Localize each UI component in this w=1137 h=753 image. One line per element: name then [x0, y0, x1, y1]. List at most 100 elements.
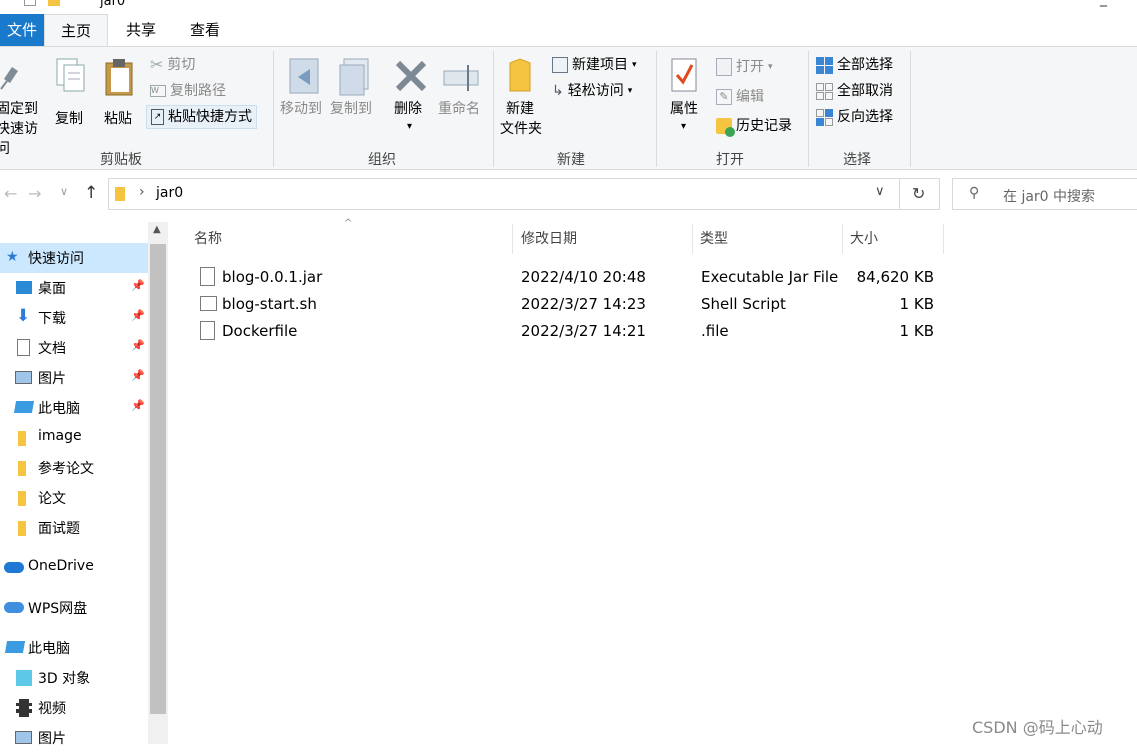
file-row[interactable]: blog-0.0.1.jar 2022/4/10 20:48 Executabl…	[192, 264, 952, 291]
qat-dropdown-icon[interactable]: ▾	[72, 0, 77, 3]
new-item-label: 新建项目	[572, 57, 628, 73]
nav-label: OneDrive	[28, 558, 94, 574]
new-folder-icon	[509, 58, 531, 92]
pin-icon[interactable]: 📌	[131, 279, 145, 292]
pin-quick-access-button[interactable]: 固定到 快速访问	[0, 57, 42, 157]
nav-label: 快速访问	[28, 251, 84, 267]
back-arrow-icon[interactable]: ←	[4, 184, 17, 203]
cut-button[interactable]: ✂ 剪切	[150, 53, 195, 77]
folder-icon	[18, 521, 26, 536]
nav-item-pictures[interactable]: 图片 📌	[0, 363, 148, 393]
column-header-type[interactable]: 类型	[700, 222, 728, 256]
scroll-up-icon[interactable]: ▲	[153, 224, 161, 235]
up-arrow-icon[interactable]: ↑	[84, 183, 98, 203]
file-size: 1 KB	[899, 295, 934, 313]
clipboard-group-label: 剪贴板	[100, 152, 142, 168]
open-button[interactable]: 打开 ▾	[716, 55, 773, 79]
column-divider[interactable]	[692, 224, 693, 254]
column-divider[interactable]	[842, 224, 843, 254]
history-button[interactable]: 历史记录	[716, 114, 792, 138]
breadcrumb-current[interactable]: jar0	[156, 185, 183, 201]
nav-item-image[interactable]: image	[0, 423, 148, 453]
cut-label: 剪切	[167, 57, 196, 73]
new-folder-button[interactable]: 新建 文件夹	[500, 57, 548, 141]
paste-shortcut-button[interactable]: ↗ 粘贴快捷方式	[146, 105, 257, 129]
delete-button[interactable]: 删除 ▾	[394, 57, 428, 141]
column-divider[interactable]	[943, 224, 944, 254]
select-none-button[interactable]: 全部取消	[816, 79, 893, 103]
tab-view[interactable]: 查看	[176, 14, 234, 46]
copy-button[interactable]: 复制	[54, 57, 88, 141]
file-size: 1 KB	[899, 322, 934, 340]
file-list: ^ 名称 修改日期 类型 大小 blog-0.0.1.jar 2022/4/10…	[168, 218, 1137, 744]
nav-item-downloads[interactable]: ⬇ 下载 📌	[0, 303, 148, 333]
search-icon: ⚲	[969, 185, 980, 201]
pin-icon[interactable]: 📌	[131, 399, 145, 412]
invert-selection-button[interactable]: 反向选择	[816, 105, 893, 129]
qat-folder-icon[interactable]	[48, 0, 60, 6]
minimize-icon[interactable]: _	[1100, 0, 1107, 7]
edit-button[interactable]: ✎ 编辑	[716, 85, 764, 109]
nav-item-documents[interactable]: 文档 📌	[0, 333, 148, 363]
title-bar: ▾ jar0 _	[0, 0, 1137, 14]
nav-item-desktop[interactable]: 桌面 📌	[0, 273, 148, 303]
cube-icon	[16, 670, 32, 686]
file-row[interactable]: Dockerfile 2022/3/27 14:21 .file 1 KB	[192, 318, 952, 345]
tab-home[interactable]: 主页	[44, 14, 108, 47]
nav-onedrive[interactable]: OneDrive	[0, 553, 148, 583]
delete-dropdown-icon: ▾	[407, 121, 413, 132]
file-type: Executable Jar File	[701, 268, 839, 286]
qat-properties-icon[interactable]	[24, 0, 36, 6]
nav-item-reference-papers[interactable]: 参考论文	[0, 453, 148, 483]
computer-icon	[13, 401, 35, 413]
column-header-name[interactable]: 名称	[194, 222, 222, 256]
tab-share[interactable]: 共享	[112, 14, 170, 46]
sort-up-icon: ^	[344, 218, 353, 229]
ribbon-divider	[656, 51, 657, 167]
forward-arrow-icon[interactable]: →	[28, 184, 41, 203]
nav-label: image	[38, 428, 82, 444]
rename-button[interactable]: 重命名	[438, 57, 484, 141]
nav-scrollbar-thumb[interactable]	[150, 244, 166, 714]
search-box[interactable]: ⚲ 在 jar0 中搜索	[952, 178, 1137, 210]
ribbon-tabs: 文件 主页 共享 查看	[0, 14, 1137, 47]
edit-label: 编辑	[736, 89, 764, 105]
pin-icon[interactable]: 📌	[131, 309, 145, 322]
address-bar[interactable]: › jar0 ∨	[108, 178, 900, 210]
nav-pc-pictures[interactable]: 图片	[0, 723, 148, 753]
column-header-date[interactable]: 修改日期	[521, 222, 577, 256]
file-type: .file	[701, 322, 729, 340]
nav-pc-3d-objects[interactable]: 3D 对象	[0, 663, 148, 693]
select-all-button[interactable]: 全部选择	[816, 53, 893, 77]
nav-label: 视频	[38, 701, 66, 717]
paste-button[interactable]: 粘贴	[102, 57, 138, 141]
search-placeholder: 在 jar0 中搜索	[1003, 189, 1096, 205]
easy-access-button[interactable]: ↳ 轻松访问 ▾	[552, 79, 632, 103]
tab-file[interactable]: 文件	[0, 14, 44, 46]
pin-icon[interactable]: 📌	[131, 369, 145, 382]
new-folder-label-line1: 新建	[506, 101, 534, 117]
ribbon-divider	[493, 51, 494, 167]
recent-dropdown-icon[interactable]: ∨	[60, 185, 68, 198]
computer-icon	[4, 641, 26, 653]
new-item-button[interactable]: 新建项目 ▾	[552, 53, 637, 77]
copy-path-button[interactable]: W 复制路径	[150, 79, 226, 103]
file-row[interactable]: blog-start.sh 2022/3/27 14:23 Shell Scri…	[192, 291, 952, 318]
nav-wps[interactable]: WPS网盘	[0, 593, 148, 623]
nav-this-pc[interactable]: 此电脑	[0, 633, 148, 663]
nav-item-interview[interactable]: 面试题	[0, 513, 148, 543]
address-dropdown-icon[interactable]: ∨	[875, 184, 885, 199]
breadcrumb-chevron-icon[interactable]: ›	[139, 184, 145, 200]
properties-button[interactable]: 属性 ▾	[668, 57, 702, 141]
nav-quick-access[interactable]: ★ 快速访问	[0, 243, 148, 273]
column-header-size[interactable]: 大小	[850, 222, 878, 256]
refresh-button[interactable]: ↻	[900, 178, 940, 210]
nav-item-papers[interactable]: 论文	[0, 483, 148, 513]
nav-item-this-pc[interactable]: 此电脑 📌	[0, 393, 148, 423]
nav-pc-videos[interactable]: 视频	[0, 693, 148, 723]
column-divider[interactable]	[512, 224, 513, 254]
copy-to-button[interactable]: 复制到	[330, 57, 376, 141]
move-to-button[interactable]: 移动到	[280, 57, 326, 141]
pin-icon[interactable]: 📌	[131, 339, 145, 352]
easy-access-label: 轻松访问	[567, 83, 624, 99]
